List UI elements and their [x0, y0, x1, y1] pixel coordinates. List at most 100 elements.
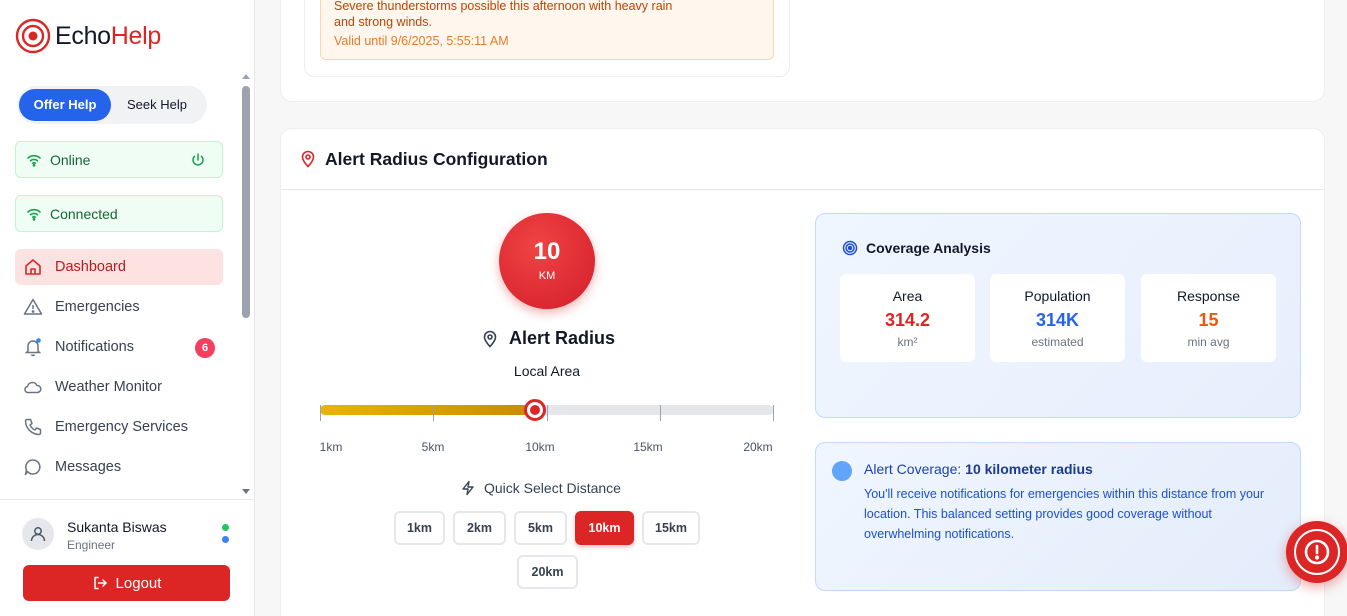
home-icon	[25, 259, 41, 275]
brand-logo[interactable]: EchoHelp	[15, 18, 161, 54]
alert-radius-heading: Alert Radius	[481, 328, 615, 349]
stat-label: Area	[892, 288, 923, 304]
slider-tick	[773, 405, 774, 421]
quick-select-20km[interactable]: 20km	[517, 555, 578, 589]
tick-label-5km: 5km	[421, 440, 445, 454]
connected-label: Connected	[50, 205, 118, 222]
stat-unit: estimated	[1031, 335, 1084, 349]
sidebar-item-emergency-services[interactable]: Emergency Services	[15, 409, 223, 445]
user-icon	[30, 527, 46, 542]
info-title: Alert Coverage: 10 kilometer radius	[864, 461, 1093, 477]
quick-select-10km[interactable]: 10km	[575, 511, 634, 545]
radius-value: 10	[533, 238, 561, 265]
sidebar-item-label: Dashboard	[55, 259, 126, 275]
tick-label-20km: 20km	[743, 440, 773, 454]
slider-tick	[320, 405, 321, 421]
logout-label: Logout	[115, 574, 162, 592]
tick-label-10km: 10km	[525, 440, 555, 454]
sos-button[interactable]	[1286, 521, 1347, 583]
stat-value: 314K	[1035, 310, 1080, 330]
stat-response: Response 15 min avg	[1141, 274, 1276, 362]
weather-warning-text: Severe thunderstorms possible this after…	[334, 0, 673, 29]
online-indicator-dot	[222, 524, 229, 531]
stat-unit: km²	[897, 335, 918, 349]
radius-display: 10 KM	[499, 213, 595, 309]
offer-help-button[interactable]: Offer Help	[19, 89, 111, 121]
lightning-icon	[462, 480, 474, 496]
sidebar-item-label: Emergency Services	[55, 419, 188, 435]
sidebar-item-dashboard[interactable]: Dashboard	[15, 249, 223, 285]
stat-unit: min avg	[1187, 335, 1230, 349]
alert-radius-label: Alert Radius	[509, 328, 616, 348]
coverage-title-text: Coverage Analysis	[866, 240, 991, 256]
quick-select-15km[interactable]: 15km	[642, 511, 700, 545]
target-icon	[842, 240, 858, 256]
scroll-thumb[interactable]	[242, 86, 250, 318]
user-role: Engineer	[67, 538, 116, 552]
user-panel: Sukanta Biswas Engineer Logout	[0, 499, 254, 616]
sidebar-item-messages[interactable]: Messages	[15, 449, 223, 485]
quick-select-heading: Quick Select Distance	[460, 480, 621, 496]
user-name: Sukanta Biswas	[67, 519, 167, 535]
sidebar-item-emergencies[interactable]: Emergencies	[15, 289, 223, 325]
slider-fill	[320, 405, 535, 415]
cloud-icon	[24, 381, 42, 394]
sidebar-item-notifications[interactable]: Notifications 6	[15, 329, 223, 365]
sidebar: EchoHelp Offer Help Seek Help Online Con…	[0, 0, 255, 616]
connection-status: Connected	[15, 195, 223, 232]
slider-tick	[547, 405, 548, 421]
coverage-title: Coverage Analysis	[842, 240, 991, 256]
alert-circle-icon	[1294, 529, 1340, 575]
sidebar-nav: Dashboard Emergencies Notifications 6 We…	[0, 240, 240, 498]
logout-button[interactable]: Logout	[23, 565, 230, 601]
brand-name: EchoHelp	[55, 21, 162, 50]
online-label: Online	[50, 151, 91, 168]
slider-tick	[660, 405, 661, 421]
card-header: Alert Radius Configuration	[281, 129, 1324, 190]
avatar[interactable]	[22, 518, 54, 550]
phone-icon	[24, 418, 42, 436]
tick-label-1km: 1km	[319, 440, 343, 454]
power-icon[interactable]	[190, 152, 206, 168]
weather-warning: Severe thunderstorms possible this after…	[320, 0, 774, 60]
stat-value: 314.2	[884, 310, 931, 330]
map-pin-icon	[301, 150, 315, 168]
quick-select-1km[interactable]: 1km	[394, 511, 445, 545]
stat-area: Area 314.2 km²	[840, 274, 975, 362]
bell-icon	[24, 338, 42, 357]
stat-population: Population 314K estimated	[990, 274, 1125, 362]
sidebar-item-label: Messages	[55, 459, 122, 475]
sidebar-scrollbar[interactable]	[240, 72, 252, 496]
sidebar-item-weather-monitor[interactable]: Weather Monitor	[15, 369, 223, 405]
wifi-icon	[27, 208, 41, 221]
sidebar-item-label: Weather Monitor	[55, 379, 162, 395]
area-label: Local Area	[513, 363, 581, 379]
sidebar-item-label: Emergencies	[55, 299, 140, 315]
scroll-up-arrow[interactable]	[242, 74, 250, 79]
radius-slider[interactable]	[320, 399, 774, 421]
wifi-icon	[27, 154, 41, 167]
sidebar-item-label: Notifications	[55, 339, 134, 355]
stat-label: Response	[1176, 288, 1241, 304]
radius-unit: KM	[538, 270, 556, 282]
stat-label: Population	[1024, 288, 1091, 304]
seek-help-button[interactable]: Seek Help	[117, 89, 197, 121]
online-status[interactable]: Online	[15, 141, 223, 178]
quick-select-title: Quick Select Distance	[484, 480, 621, 496]
weather-warning-validity: Valid until 9/6/2025, 5:55:11 AM	[334, 34, 509, 48]
coverage-analysis-panel: Coverage Analysis Area 314.2 km² Populat…	[815, 213, 1301, 418]
alert-coverage-info: Alert Coverage: 10 kilometer radius You'…	[815, 442, 1301, 591]
section-title: Alert Radius Configuration	[325, 149, 548, 169]
warning-icon	[23, 298, 43, 315]
quick-select-2km[interactable]: 2km	[453, 511, 506, 545]
info-dot-icon	[832, 461, 852, 481]
notification-count-badge: 6	[195, 338, 215, 358]
scroll-down-arrow[interactable]	[242, 489, 250, 494]
slider-tick	[433, 405, 434, 421]
quick-select-5km[interactable]: 5km	[514, 511, 567, 545]
echohelp-logo-icon	[15, 18, 51, 54]
slider-thumb[interactable]	[524, 399, 546, 421]
info-text: You'll receive notifications for emergen…	[864, 487, 1265, 541]
map-pin-icon	[483, 330, 497, 348]
help-mode-toggle: Offer Help Seek Help	[17, 86, 207, 124]
